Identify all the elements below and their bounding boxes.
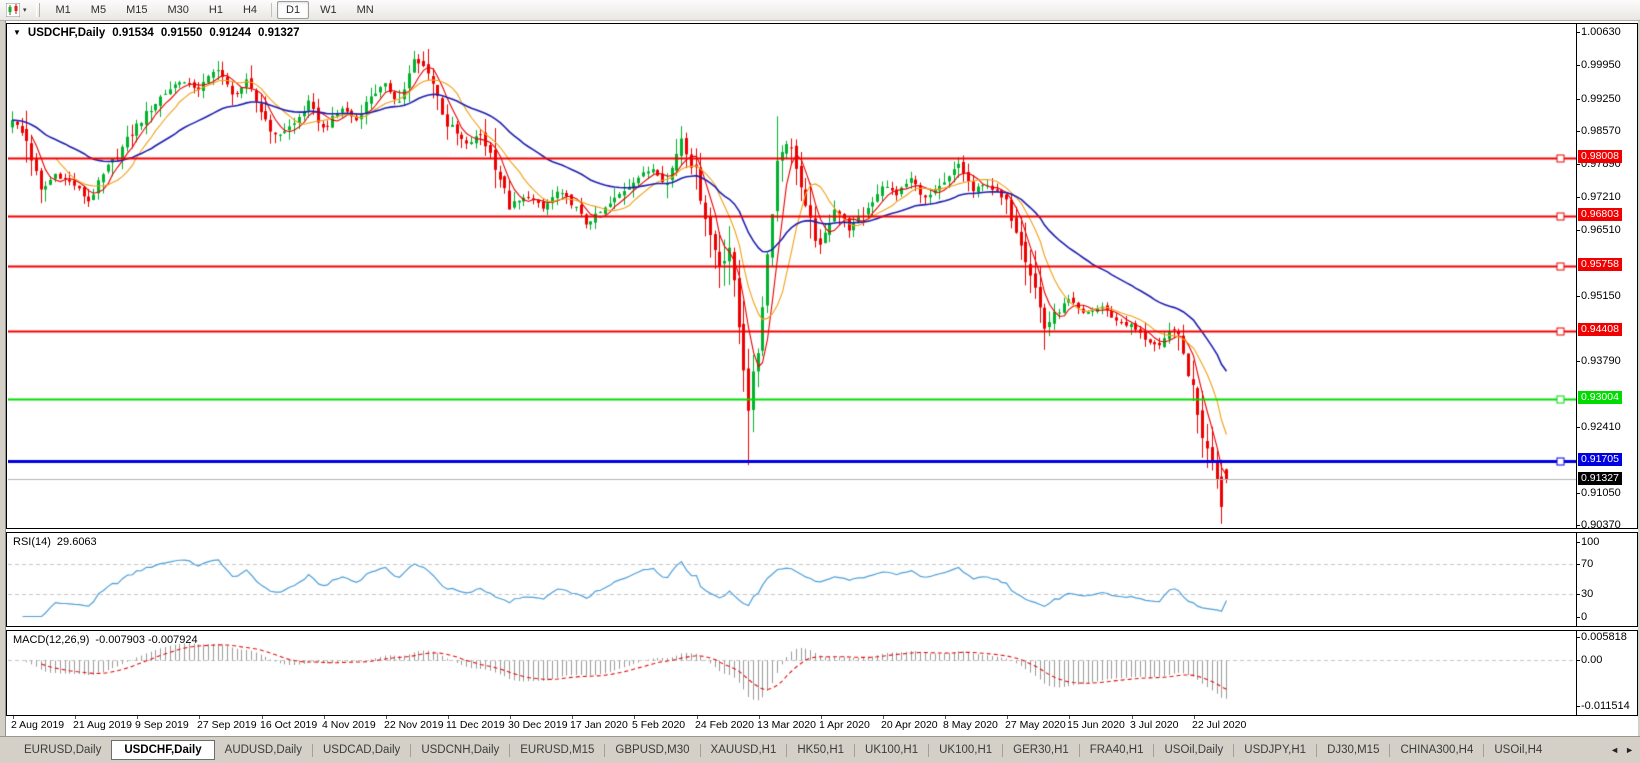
chart-tab-uk100-h1-2[interactable]: UK100,H1 <box>929 741 1002 759</box>
chart-tabs: EURUSD,Daily USDCHF,Daily AUDUSD,Daily USDC… <box>0 737 1606 763</box>
timeframe-button-m5[interactable]: M5 <box>82 1 115 19</box>
toolbar-grip <box>35 3 40 17</box>
timeframe-button-m15[interactable]: M15 <box>117 1 156 19</box>
macd-value: -0.007903 -0.007924 <box>95 634 198 646</box>
chart-tab-china300-h4[interactable]: CHINA300,H4 <box>1390 741 1483 759</box>
macd-canvas[interactable] <box>8 632 1576 714</box>
chart-tab-audusd-daily[interactable]: AUDUSD,Daily <box>215 741 312 759</box>
price-chart-canvas[interactable] <box>8 25 1576 528</box>
macd-name: MACD(12,26,9) <box>13 634 90 646</box>
candlestick-chart-icon <box>6 3 20 17</box>
rsi-pane: RSI(14) 29.6063 <box>6 532 1638 627</box>
price-pane: ▼ USDCHF,Daily 0.91534 0.91550 0.91244 0… <box>6 23 1638 529</box>
timeframe-button-m30[interactable]: M30 <box>158 1 197 19</box>
tab-scroll-controls: ◄ ► <box>1606 737 1640 763</box>
chart-tab-dj30-m15[interactable]: DJ30,M15 <box>1317 741 1389 759</box>
chart-tab-usdcnh-daily[interactable]: USDCNH,Daily <box>411 741 509 759</box>
timeframe-button-h1[interactable]: H1 <box>200 1 232 19</box>
timeframe-button-mn[interactable]: MN <box>348 1 383 19</box>
rsi-name: RSI(14) <box>13 536 51 548</box>
chart-tab-eurusd-daily[interactable]: EURUSD,Daily <box>14 741 111 759</box>
macd-label: MACD(12,26,9) -0.007903 -0.007924 <box>13 634 198 646</box>
chart-tab-usoil-h4[interactable]: USOil,H4 <box>1484 741 1552 759</box>
chart-symbol-label: USDCHF,Daily <box>27 27 106 39</box>
chart-tab-usoil-daily[interactable]: USOil,Daily <box>1154 741 1233 759</box>
toolbar-separator <box>271 3 273 17</box>
chart-tab-usdcad-daily[interactable]: USDCAD,Daily <box>313 741 410 759</box>
tab-scroll-left-button[interactable]: ◄ <box>1610 745 1619 755</box>
rsi-axis-line <box>1576 533 1577 626</box>
chart-tab-ger30-h1[interactable]: GER30,H1 <box>1003 741 1079 759</box>
timeframe-toolbar: ▾ M1 M5 M15 M30 H1 H4 D1 W1 MN <box>0 0 1640 21</box>
timeframe-button-w1[interactable]: W1 <box>311 1 346 19</box>
date-axis <box>6 716 1638 736</box>
trading-platform-window: ▾ M1 M5 M15 M30 H1 H4 D1 W1 MN ▼ USDCHF,Daily 0.… <box>0 0 1640 763</box>
timeframe-button-h4[interactable]: H4 <box>234 1 266 19</box>
timeframe-buttons: M1 M5 M15 M30 H1 H4 D1 W1 MN <box>46 1 384 19</box>
timeframe-button-d1[interactable]: D1 <box>277 1 310 19</box>
chart-tab-uk100-h1[interactable]: UK100,H1 <box>855 741 928 759</box>
rsi-value: 29.6063 <box>56 536 97 548</box>
tab-scroll-right-button[interactable]: ► <box>1625 745 1634 755</box>
ohlc-close: 0.91327 <box>257 27 300 39</box>
macd-pane: MACD(12,26,9) -0.007903 -0.007924 <box>6 630 1638 716</box>
chart-tab-fra40-h1[interactable]: FRA40,H1 <box>1080 741 1154 759</box>
chart-type-button[interactable]: ▾ <box>3 2 32 18</box>
chart-tab-bar: EURUSD,Daily USDCHF,Daily AUDUSD,Daily USDC… <box>0 736 1640 763</box>
timeframe-button-m1[interactable]: M1 <box>47 1 80 19</box>
chart-title: ▼ USDCHF,Daily 0.91534 0.91550 0.91244 0… <box>13 27 300 39</box>
ohlc-high: 0.91550 <box>160 27 203 39</box>
chart-tab-usdjpy-h1[interactable]: USDJPY,H1 <box>1234 741 1316 759</box>
chart-tab-hk50-h1[interactable]: HK50,H1 <box>787 741 854 759</box>
chart-tab-usdchf-daily[interactable]: USDCHF,Daily <box>111 740 215 760</box>
ohlc-low: 0.91244 <box>209 27 251 39</box>
chart-type-dropdown-icon[interactable]: ▾ <box>21 6 29 14</box>
rsi-canvas[interactable] <box>8 534 1576 625</box>
chart-tab-gbpusd-m30[interactable]: GBPUSD,M30 <box>605 741 699 759</box>
ohlc-open: 0.91534 <box>112 27 154 39</box>
chart-tab-xauusd-h1[interactable]: XAUUSD,H1 <box>701 741 787 759</box>
chart-tab-eurusd-m15[interactable]: EURUSD,M15 <box>510 741 604 759</box>
macd-axis-line <box>1576 631 1577 715</box>
rsi-label: RSI(14) 29.6063 <box>13 536 97 548</box>
chart-menu-icon[interactable]: ▼ <box>13 28 21 37</box>
price-axis-line <box>1576 24 1577 528</box>
